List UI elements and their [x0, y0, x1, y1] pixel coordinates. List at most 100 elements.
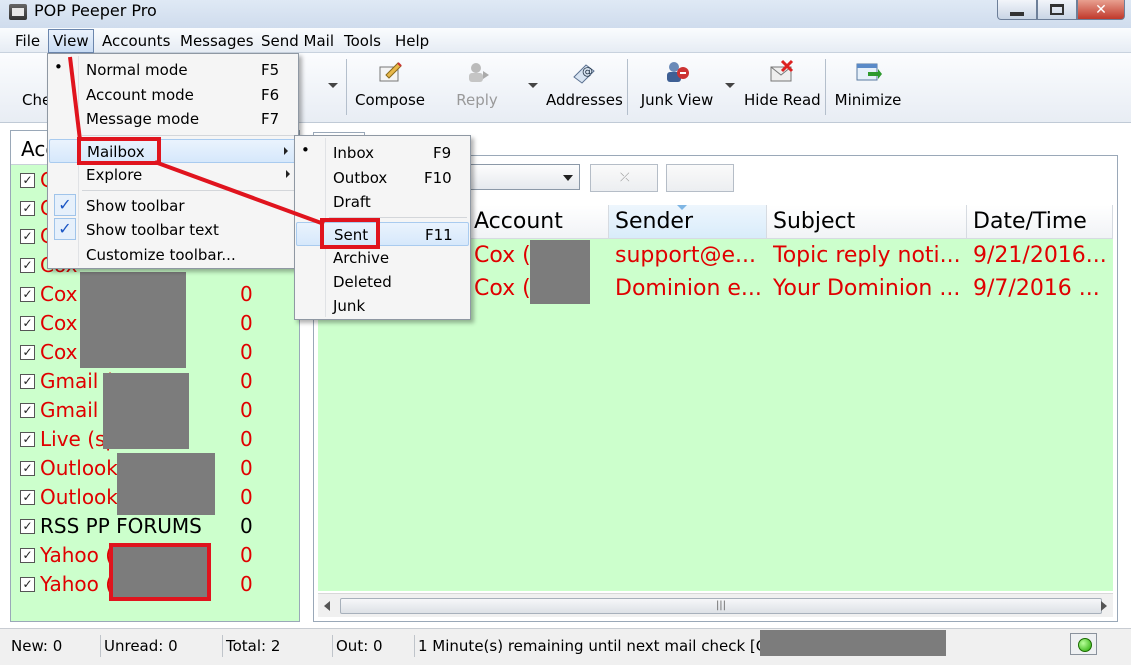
column-account[interactable]: Account — [468, 205, 609, 239]
menu-item-label: Archive — [333, 249, 390, 267]
menu-item-label: Show toolbar — [86, 197, 185, 215]
account-row[interactable]: ✓ RSS PP FORUMS 0 — [10, 513, 300, 542]
account-checkbox[interactable]: ✓ — [20, 461, 35, 476]
account-count: 0 — [240, 485, 253, 509]
menu-help[interactable]: Help — [395, 32, 429, 50]
view-menu-normal-mode[interactable]: • Normal mode F5 — [48, 58, 298, 82]
submenu-arrow-icon — [286, 170, 290, 178]
mailbox-menu-sent[interactable]: Sent F11 — [296, 222, 469, 246]
menu-separator — [82, 135, 294, 136]
account-checkbox[interactable]: ✓ — [20, 548, 35, 563]
menu-separator — [82, 190, 294, 191]
message-sender[interactable]: Dominion e... — [615, 276, 765, 301]
menu-item-shortcut: F6 — [261, 86, 280, 104]
clear-filter-button[interactable]: ⤫ — [590, 164, 658, 192]
junk-view-button[interactable]: Junk View — [640, 59, 714, 117]
account-checkbox[interactable]: ✓ — [20, 490, 35, 505]
account-checkbox[interactable]: ✓ — [20, 229, 35, 244]
account-checkbox[interactable]: ✓ — [20, 577, 35, 592]
toolbar-separator — [627, 59, 628, 115]
message-date[interactable]: 9/7/2016 ... — [973, 276, 1113, 301]
radio-bullet-icon: • — [54, 58, 63, 76]
view-menu-mailbox[interactable]: Mailbox — [49, 139, 297, 163]
address-book-icon: @ — [570, 59, 598, 85]
menu-bar: File View Accounts Messages Send Mail To… — [0, 28, 1131, 53]
menu-tools[interactable]: Tools — [344, 32, 381, 50]
message-sender[interactable]: support@e... — [615, 243, 765, 268]
hide-read-button[interactable]: Hide Read — [744, 59, 821, 117]
account-checkbox[interactable]: ✓ — [20, 345, 35, 360]
redacted-area — [117, 453, 215, 515]
mailbox-menu-inbox[interactable]: • Inbox F9 — [295, 141, 470, 165]
redacted-area — [760, 630, 946, 656]
scrollbar-thumb[interactable]: ||| — [340, 598, 1102, 614]
horizontal-scrollbar[interactable]: ||| — [318, 593, 1113, 617]
menu-accounts[interactable]: Accounts — [102, 32, 170, 50]
view-menu-customize-toolbar[interactable]: Customize toolbar... — [48, 243, 298, 267]
minimize-to-tray-icon — [854, 59, 882, 85]
compose-button[interactable]: Compose — [354, 59, 426, 117]
view-menu-show-toolbar[interactable]: ✓ Show toolbar — [48, 194, 298, 218]
mailbox-menu-junk[interactable]: Junk — [295, 294, 470, 318]
scroll-right-icon[interactable] — [1101, 601, 1107, 611]
view-menu-message-mode[interactable]: Message mode F7 — [48, 107, 298, 131]
filter-options-button[interactable] — [666, 164, 734, 192]
sort-indicator-icon — [677, 205, 687, 210]
account-checkbox[interactable]: ✓ — [20, 201, 35, 216]
column-date-time[interactable]: Date/Time — [967, 205, 1113, 239]
reply-button[interactable]: Reply — [452, 59, 502, 117]
mailbox-menu-deleted[interactable]: Deleted — [295, 270, 470, 294]
app-icon — [9, 4, 27, 20]
account-count: 0 — [240, 369, 253, 393]
toolbar-separator — [825, 59, 826, 115]
menu-send-mail[interactable]: Send Mail — [261, 32, 334, 50]
column-subject[interactable]: Subject — [767, 205, 967, 239]
account-checkbox[interactable]: ✓ — [20, 173, 35, 188]
account-checkbox[interactable]: ✓ — [20, 258, 35, 273]
mailbox-menu-draft[interactable]: Draft — [295, 190, 470, 214]
minimize-window-button[interactable] — [997, 0, 1037, 20]
account-count: 0 — [240, 572, 253, 596]
scroll-left-icon[interactable] — [324, 601, 330, 611]
junk-view-icon — [663, 59, 691, 85]
window-title: POP Peeper Pro — [34, 1, 157, 20]
view-menu-show-toolbar-text[interactable]: ✓ Show toolbar text — [48, 218, 298, 242]
account-checkbox[interactable]: ✓ — [20, 316, 35, 331]
account-checkbox[interactable]: ✓ — [20, 287, 35, 302]
message-account[interactable]: Cox ( — [474, 276, 534, 301]
addresses-button[interactable]: @ Addresses — [546, 59, 623, 117]
message-subject[interactable]: Topic reply noti... — [773, 243, 965, 268]
account-checkbox[interactable]: ✓ — [20, 432, 35, 447]
redacted-area — [103, 373, 189, 449]
reply-dropdown-arrow[interactable] — [528, 83, 538, 88]
filter-combo[interactable] — [470, 164, 580, 190]
check-dropdown-arrow[interactable] — [328, 83, 338, 88]
radio-bullet-icon: • — [301, 141, 310, 159]
message-subject[interactable]: Your Dominion ... — [773, 276, 965, 301]
menu-view[interactable]: View — [48, 29, 94, 53]
minimize-icon — [1010, 11, 1024, 16]
connection-status-icon — [1070, 633, 1097, 655]
maximize-window-button[interactable] — [1037, 0, 1077, 20]
menu-item-label: Deleted — [333, 273, 392, 291]
message-date[interactable]: 9/21/2016... — [973, 243, 1113, 268]
message-account[interactable]: Cox ( — [474, 243, 534, 268]
close-window-button[interactable]: ✕ — [1077, 0, 1125, 20]
menu-messages[interactable]: Messages — [180, 32, 254, 50]
junk-view-dropdown-arrow[interactable] — [725, 83, 735, 88]
account-checkbox[interactable]: ✓ — [20, 403, 35, 418]
account-count: 0 — [240, 514, 253, 538]
mailbox-menu-outbox[interactable]: Outbox F10 — [295, 166, 470, 190]
column-sender[interactable]: Sender — [609, 205, 767, 239]
toolbar-separator — [346, 59, 347, 115]
minimize-button[interactable]: Minimize — [834, 59, 902, 117]
account-checkbox[interactable]: ✓ — [20, 374, 35, 389]
menu-item-label: Sent — [334, 226, 369, 244]
menu-file[interactable]: File — [15, 32, 40, 50]
view-menu-explore[interactable]: Explore — [48, 163, 298, 187]
view-menu-account-mode[interactable]: Account mode F6 — [48, 83, 298, 107]
submenu-arrow-icon — [284, 147, 288, 155]
mailbox-menu-archive[interactable]: Archive — [295, 246, 470, 270]
menu-item-label: Customize toolbar... — [86, 246, 236, 264]
account-checkbox[interactable]: ✓ — [20, 519, 35, 534]
